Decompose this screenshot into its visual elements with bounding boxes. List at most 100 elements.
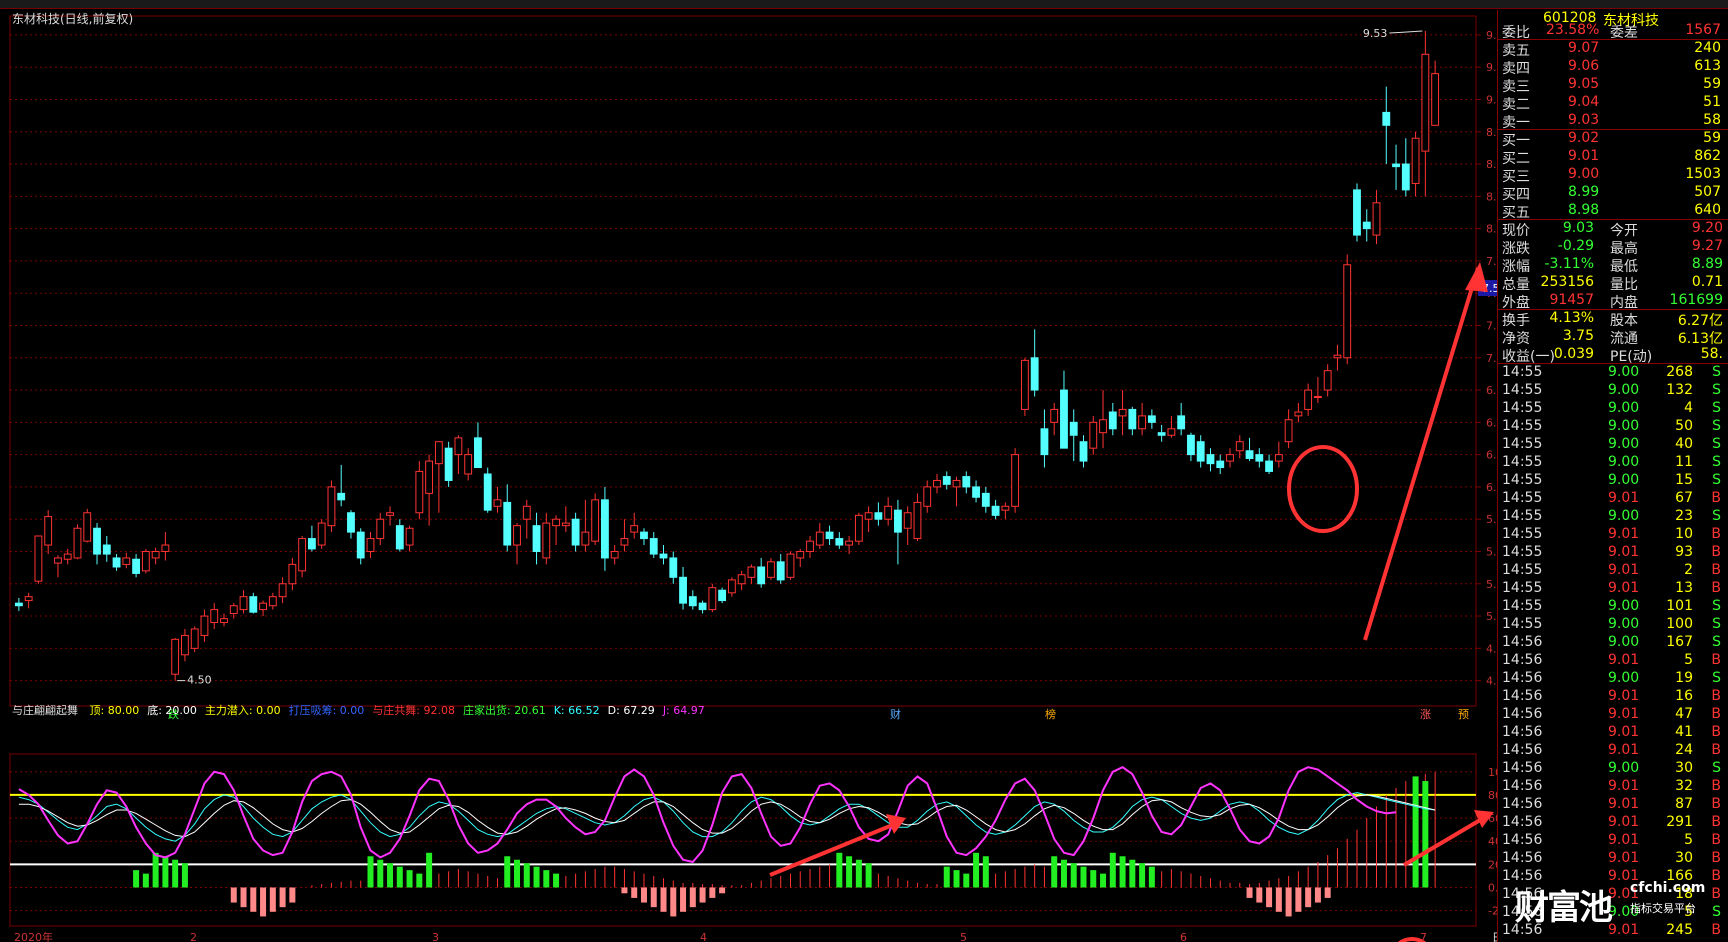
candle-down (532, 525, 541, 552)
pink-bar (660, 887, 667, 912)
tick-time: 14:56 (1502, 706, 1543, 722)
indicator-legend-0: 顶: 80.00 (89, 704, 140, 717)
indicator-legend-7: D: 67.29 (607, 704, 655, 717)
ask-price: 9.05 (1568, 76, 1600, 92)
candle-down (874, 512, 883, 520)
indicator-y-tick-label: 20.00 (1488, 858, 1497, 871)
tick-price: 9.00 (1608, 634, 1640, 650)
candle-down (14, 602, 23, 607)
tick-time: 14:55 (1502, 418, 1543, 434)
green-bar-large (1422, 781, 1429, 888)
candle-up (63, 553, 72, 560)
y-tick-label: 6.50 (1486, 416, 1497, 429)
tick-side: B (1711, 832, 1721, 848)
candle-up (884, 505, 893, 520)
bid-row: 买三 9.00 1503 (1498, 166, 1728, 185)
y-tick-label: 9.50 (1486, 29, 1497, 42)
y-tick-label: 8.00 (1486, 223, 1497, 236)
stat-row: 涨跌 -0.29 最高 9.27 (1498, 238, 1728, 257)
candle-down (698, 602, 707, 611)
tick-price: 9.01 (1608, 832, 1640, 848)
indicator-y-tick-label: 0.00 (1488, 882, 1497, 895)
candle-up (229, 605, 238, 614)
tick-price: 9.01 (1608, 922, 1640, 938)
tick-price: 9.01 (1608, 814, 1640, 830)
stat-value: 253156 (1540, 274, 1594, 290)
x-axis-label: 5 (960, 931, 967, 942)
candle-up (239, 596, 248, 611)
tick-volume: 100 (1666, 616, 1693, 632)
green-bar (1070, 863, 1077, 888)
tick-price: 9.01 (1608, 706, 1640, 722)
pink-bar (1285, 887, 1292, 917)
candle-up (1313, 396, 1322, 399)
candle-up (1011, 454, 1020, 507)
indicator-y-tick-label: 100.00 (1488, 766, 1497, 779)
tick-side: B (1711, 922, 1721, 938)
y-tick-label: 7.75 (1486, 255, 1497, 268)
candle-up (1089, 421, 1098, 449)
tick-side: S (1712, 472, 1721, 488)
candle-up (200, 615, 209, 636)
y-tick-label: 6.75 (1486, 384, 1497, 397)
tick-side: S (1712, 760, 1721, 776)
tick-volume: 16 (1675, 688, 1693, 704)
tick-volume: 5 (1684, 652, 1693, 668)
candle-up (581, 531, 590, 546)
candle-down (395, 525, 404, 550)
candle-up (386, 512, 394, 516)
stat-value: 6.13亿 (1677, 331, 1723, 347)
candle-down (679, 576, 687, 604)
stat-label: 现价 (1502, 223, 1530, 239)
bid-volume: 640 (1694, 202, 1721, 218)
candle-up (44, 516, 53, 546)
candle-down (1353, 189, 1361, 236)
tick-price: 9.01 (1608, 652, 1640, 668)
pink-bar (1256, 887, 1263, 903)
candle-down (307, 538, 316, 550)
candle-up (210, 609, 219, 624)
candle-up (727, 579, 736, 594)
candle-down (1255, 454, 1264, 462)
candle-up (1118, 408, 1127, 417)
green-bar (836, 852, 843, 888)
candle-up (1235, 441, 1244, 452)
candle-down (1177, 415, 1186, 430)
stat-label: 量比 (1610, 277, 1638, 293)
tick-time: 14:55 (1502, 472, 1543, 488)
candle-up (1421, 53, 1430, 152)
pink-bar (260, 887, 267, 917)
green-bar (1119, 856, 1126, 888)
candle-down (1108, 411, 1117, 430)
candle-up (171, 638, 180, 675)
candle-down (1040, 428, 1049, 456)
stat-value: 8.89 (1691, 256, 1723, 272)
tick-time: 14:55 (1502, 364, 1543, 380)
indicator-legend-8: J: 64.97 (662, 704, 705, 717)
x-axis-label: 7 (1420, 931, 1427, 942)
candle-down (444, 447, 453, 481)
bid-row: 买一 9.02 59 (1498, 130, 1728, 149)
y-tick-label: 7.25 (1486, 319, 1497, 332)
bid-price: 9.00 (1568, 166, 1600, 182)
stat-value: 91457 (1549, 292, 1594, 308)
tick-time: 14:55 (1502, 526, 1543, 542)
tick-price: 9.01 (1608, 724, 1640, 740)
bid-volume: 59 (1703, 130, 1721, 146)
tick-row: 14:56 9.01 41 B (1498, 724, 1728, 742)
tick-price: 9.00 (1608, 598, 1640, 614)
candle-down (1362, 221, 1371, 230)
event-marker: 预 (1458, 708, 1469, 721)
ask-row: 卖二 9.04 51 (1498, 94, 1728, 113)
candle-up (1372, 202, 1381, 236)
tick-volume: 11 (1675, 454, 1693, 470)
candle-up (708, 587, 717, 611)
tick-row: 14:55 9.00 132 S (1498, 382, 1728, 400)
candle-up (737, 574, 746, 585)
tick-side: B (1711, 724, 1721, 740)
candle-down (1265, 460, 1273, 472)
tick-volume: 30 (1675, 760, 1693, 776)
candle-down (1157, 432, 1166, 436)
candle-down (962, 476, 971, 488)
tick-time: 14:55 (1502, 400, 1543, 416)
